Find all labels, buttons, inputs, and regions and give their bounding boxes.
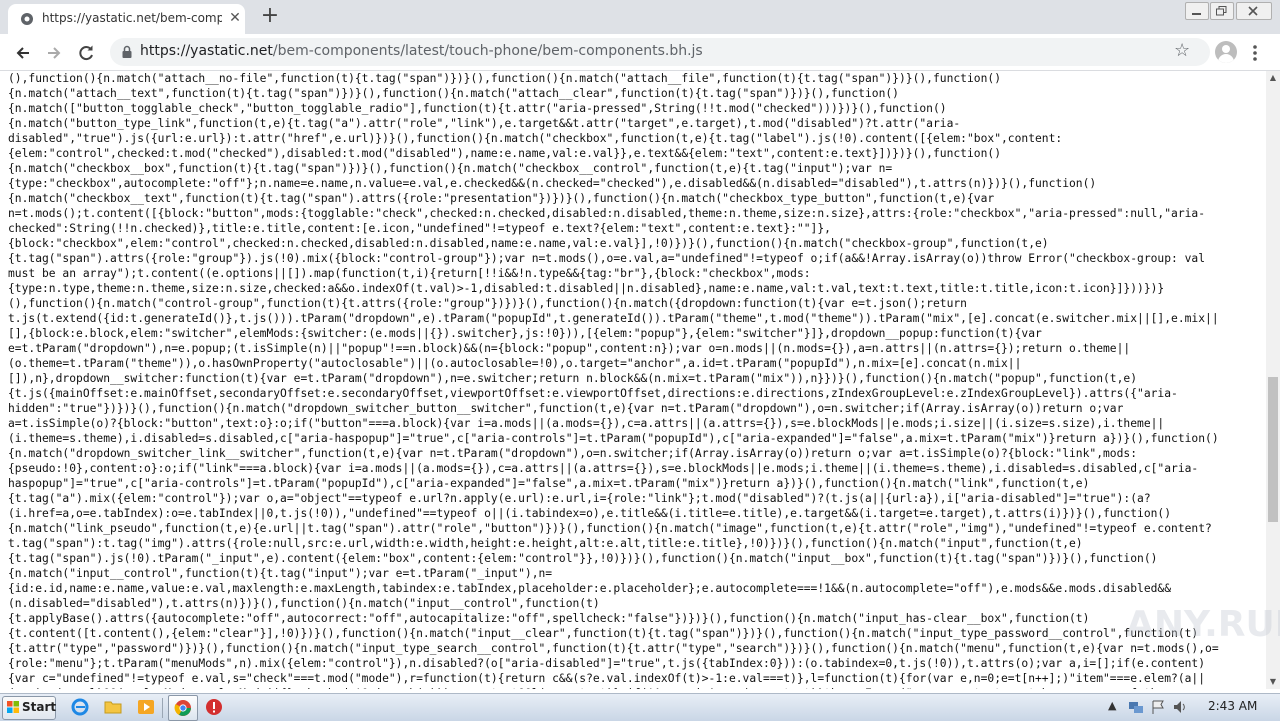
chrome-icon	[174, 700, 191, 716]
code-line: {type:"checkbox",autocomplete:"off"};n.n…	[8, 177, 1097, 190]
url-path: /bem-components/latest/touch-phone/bem-c…	[272, 43, 703, 59]
code-line: (i.href=a,o=e.tabIndex):o=e.tabIndex||0,…	[8, 507, 1172, 520]
vertical-scrollbar[interactable]: ▲ ▼	[1266, 71, 1280, 689]
folder-icon[interactable]	[104, 698, 122, 716]
ie-icon[interactable]	[71, 698, 89, 716]
code-line: must be an array");t.content((e.options|…	[8, 267, 811, 280]
restore-icon[interactable]	[1210, 2, 1234, 20]
taskbar-chrome-button[interactable]	[168, 695, 198, 721]
page-content[interactable]: (),function(){n.match("attach__no-file",…	[0, 71, 1266, 689]
start-button[interactable]: Start	[2, 696, 56, 720]
scrollbar-thumb[interactable]	[1268, 377, 1278, 522]
tray-expand-icon[interactable]: ▲	[1108, 699, 1116, 712]
source-code: (),function(){n.match("attach__no-file",…	[0, 71, 1266, 689]
media-player-icon[interactable]	[137, 698, 155, 716]
code-line: {n.match("checkbox__text",function(t){t.…	[8, 192, 995, 205]
profile-icon[interactable]	[1215, 41, 1237, 63]
flag-icon[interactable]	[1150, 699, 1166, 715]
url-host: https://yastatic.net	[140, 43, 273, 59]
code-line: {t.content([t.content(),{elem:"clear"}],…	[8, 627, 1199, 640]
code-line: {t.attr("type","password")})}(),function…	[8, 642, 1219, 655]
url-text[interactable]: https://yastatic.net/bem-components/late…	[140, 43, 703, 59]
code-line: {n.match("attach__text",function(t){t.ta…	[8, 87, 899, 100]
watermark: ANY.RUN	[1126, 604, 1280, 645]
volume-icon[interactable]	[1172, 699, 1188, 715]
reload-icon[interactable]	[75, 42, 97, 64]
code-line: {n.match("button_type_link",function(t,e…	[8, 117, 961, 130]
stop-icon[interactable]	[205, 698, 223, 716]
code-line: checked":String(!!n.checked)},title:e.ti…	[8, 222, 831, 235]
code-line: []),n},dropdown__switcher:function(t){va…	[8, 372, 1138, 385]
code-line: (),function(){n.match("control-group",fu…	[8, 297, 967, 310]
scroll-up-icon[interactable]: ▲	[1266, 71, 1280, 85]
favicon-icon	[21, 13, 33, 25]
code-line: e=t.tParam("dropdown"),n=e.popup;(t.isSi…	[8, 342, 1131, 355]
code-line: (a=e),r(e.val)&&(e.elemMods=e.elemMods||…	[8, 686, 1266, 689]
code-line: (o.theme=t.tParam("theme")),o.hasOwnProp…	[8, 357, 1022, 370]
code-line: {t.js({mainOffset:e.mainOffset,secondary…	[8, 387, 1178, 400]
code-line: {n.match("dropdown_switcher_link__switch…	[8, 447, 1138, 460]
code-line: haspopup"]="true",c["aria-controls"]=t.t…	[8, 477, 1090, 490]
code-line: disabled","true").js({url:e.url}):t.attr…	[8, 132, 1063, 145]
network-icon[interactable]	[1128, 699, 1144, 715]
start-label: Start	[22, 700, 57, 714]
code-line: {role:"menu"};t.tParam("menuMods",n).mix…	[8, 657, 1206, 670]
code-line: (),function(){n.match("attach__no-file",…	[8, 72, 1001, 85]
code-line: {pseudo:!0},content:o}:o;if("link"===a.b…	[8, 462, 1199, 475]
forward-icon[interactable]	[43, 42, 65, 64]
address-bar[interactable]: https://yastatic.net/bem-components/late…	[110, 38, 1210, 66]
code-line: hidden":"true"})})}(),function(){n.match…	[8, 402, 1124, 415]
code-line: {n.match(["button_togglable_check","butt…	[8, 102, 947, 115]
taskbar-separator	[162, 698, 163, 718]
minimize-icon[interactable]	[1185, 2, 1209, 20]
code-line: {id:e.id,name:e.name,value:e.val,maxleng…	[8, 582, 1172, 595]
code-line: t.js(t.extend({id:t.generateId()},t.js()…	[8, 312, 1219, 325]
clock[interactable]: 2:43 AM	[1208, 699, 1257, 713]
scroll-down-icon[interactable]: ▼	[1266, 675, 1280, 689]
windows-logo-icon	[7, 701, 19, 713]
code-line: a=t.isSimple(o)?{block:"button",text:o}:…	[8, 417, 1165, 430]
code-line: {n.match("link_pseudo",function(t,e){e.u…	[8, 522, 1212, 535]
code-line: {t.tag("a").mix({elem:"control"});var o,…	[8, 492, 1151, 505]
code-line: {block:"checkbox",elem:"control",checked…	[8, 237, 1049, 250]
tab-title: https://yastatic.net/bem-componen	[42, 11, 222, 25]
code-line: [],{block:e.block,elem:"switcher",elemMo…	[8, 327, 1042, 340]
star-icon[interactable]: ☆	[1174, 40, 1190, 61]
lock-icon[interactable]	[120, 45, 134, 59]
code-line: {type:n.type,theme:n.theme,size:n.size,c…	[8, 282, 1165, 295]
browser-tab[interactable]: https://yastatic.net/bem-componen ✕	[8, 4, 245, 34]
code-line: {n.match("input__control",function(t){t.…	[8, 567, 553, 580]
code-line: n=t.mods();t.content([{block:"button",mo…	[8, 207, 1206, 220]
code-line: (n.disabled="disabled"),t.attrs(n)})}(),…	[8, 597, 600, 610]
code-line: (i.theme=s.theme),i.disabled=s.disabled,…	[8, 432, 1219, 445]
close-icon[interactable]: ✕	[226, 9, 244, 27]
tab-strip: https://yastatic.net/bem-componen ✕ +	[0, 0, 1280, 34]
browser-toolbar: https://yastatic.net/bem-components/late…	[0, 34, 1280, 71]
system-tray: ▲ 2:43 AM	[1106, 696, 1278, 718]
close-window-icon[interactable]	[1236, 2, 1272, 20]
kebab-menu-icon[interactable]	[1252, 42, 1258, 64]
code-line: {elem:"control",checked:t.mod("checked")…	[8, 147, 1001, 160]
back-icon[interactable]	[12, 42, 34, 64]
code-line: {n.match("checkbox__box",function(t){t.t…	[8, 162, 893, 175]
code-line: t.tag("span"):t.tag("img").attrs({role:n…	[8, 537, 1083, 550]
code-line: {t.applyBase().attrs({autocomplete:"off"…	[8, 612, 1090, 625]
taskbar: Start ▲ 2:43 AM	[0, 693, 1280, 721]
plus-icon[interactable]: +	[258, 5, 282, 29]
code-line: {t.tag("span").js(!0).tParam("_input",e)…	[8, 552, 1158, 565]
code-line: {var c="undefined"!=typeof e.val,s="chec…	[8, 672, 1206, 685]
code-line: {t.tag("span").attrs({role:"group"}).js(…	[8, 252, 1206, 265]
